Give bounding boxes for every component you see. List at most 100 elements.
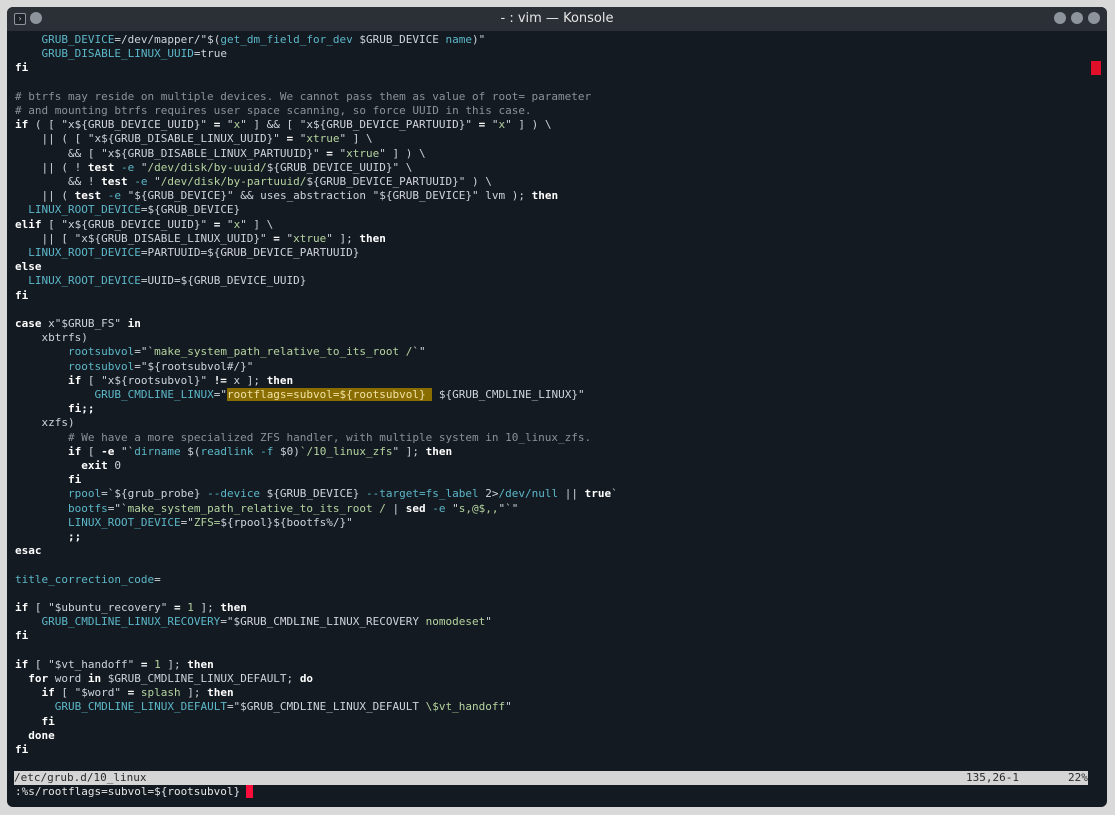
code-token: --target=fs_label — [366, 487, 479, 501]
code-token: GRUB_DEVICE — [41, 33, 115, 46]
code-token: && ! — [67, 175, 102, 188]
code-token: then — [207, 686, 234, 700]
title-bar[interactable]: › - : vim — Konsole — [7, 7, 1107, 31]
status-cursor-position: 135,26-1 — [966, 771, 1019, 784]
code-token: " ] \ — [339, 132, 373, 146]
code-token: -e — [134, 175, 148, 188]
code-line: LINUX_ROOT_DEVICE=UUID=${GRUB_DEVICE_UUI… — [15, 274, 306, 288]
code-token: elif — [15, 217, 42, 231]
code-token: LINUX_ROOT_DEVICE — [28, 203, 141, 217]
vim-command-line[interactable]: :%s/rootflags=subvol=${rootsubvol} — [15, 785, 254, 799]
code-token: exit — [81, 459, 108, 472]
code-line: xzfs) — [15, 416, 75, 430]
code-token: xtrue — [306, 132, 340, 146]
code-line: GRUB_DISABLE_LINUX_UUID=true — [15, 47, 227, 61]
code-token: fi — [15, 629, 29, 643]
code-line: if [ "$vt_handoff" = 1 ]; then — [15, 658, 214, 672]
code-token: "${GRUB_DEVICE}" && uses_abstraction "${… — [121, 189, 532, 203]
code-token: = — [273, 231, 280, 245]
command-text: :%s/rootflags=subvol=${rootsubvol} — [15, 785, 241, 798]
code-line: else — [15, 260, 42, 274]
code-token: make_system_path_relative_to_its_root / — [154, 345, 413, 359]
code-token: \$vt_handoff — [425, 700, 506, 714]
code-token: fi — [67, 473, 82, 487]
code-token: ;; — [67, 530, 82, 543]
code-token: ]; — [160, 657, 188, 671]
code-line: # We have a more specialized ZFS handler… — [15, 431, 591, 445]
code-token: ${GRUB_CMDLINE_LINUX}" — [432, 388, 585, 401]
code-token: -e — [107, 189, 121, 203]
code-token: [ "x${rootsubvol}" — [81, 373, 214, 387]
scrollbar-thumb[interactable] — [1091, 61, 1101, 75]
code-token: = — [326, 146, 333, 160]
code-token: || ( — [41, 189, 75, 203]
code-token: $GRUB_DEVICE — [352, 33, 446, 46]
code-token: ="` — [107, 501, 128, 515]
code-token: LINUX_ROOT_DEVICE — [67, 515, 181, 529]
code-line: || ( ! test -e "/dev/disk/by-uuid/${GRUB… — [15, 160, 413, 175]
code-token: " — [220, 217, 234, 231]
code-line: fi — [15, 629, 28, 643]
code-token: then — [359, 231, 386, 245]
code-token: # btrfs may reside on multiple devices. … — [15, 89, 592, 103]
code-token: ${GRUB_DEVICE_PARTUUID}" ) \ — [306, 175, 492, 188]
code-token: x ]; — [226, 373, 267, 387]
code-token: x"$GRUB_FS" — [41, 317, 128, 330]
code-token: LINUX_ROOT_DEVICE — [28, 274, 141, 288]
code-line: xbtrfs) — [15, 331, 88, 345]
code-token: test — [87, 160, 115, 174]
code-token: # and mounting btrfs requires user space… — [15, 104, 532, 117]
code-token: $0) — [273, 444, 300, 458]
code-token: )" — [472, 33, 486, 46]
code-token: xzfs) — [41, 416, 75, 430]
minimize-icon[interactable] — [1054, 12, 1066, 24]
code-token: LINUX_ROOT_DEVICE — [28, 246, 141, 259]
code-token: $( — [180, 444, 201, 458]
code-token: `" — [412, 345, 426, 359]
code-token: =PARTUUID=${GRUB_DEVICE_PARTUUID} — [140, 246, 360, 259]
code-token: ="${rootsubvol#/}" — [134, 359, 254, 373]
code-token: " ]; — [392, 444, 426, 458]
status-scroll-percent: 22% — [1068, 771, 1088, 784]
code-token: GRUB_DISABLE_LINUX_UUID — [41, 47, 194, 61]
code-line: if [ -e "`dirname $(readlink -f $0)`/10_… — [15, 445, 452, 459]
status-filename: /etc/grub.d/10_linux — [14, 771, 147, 784]
code-line: LINUX_ROOT_DEVICE=PARTUUID=${GRUB_DEVICE… — [15, 246, 359, 260]
code-token: GRUB_CMDLINE_LINUX — [94, 388, 214, 401]
close-icon[interactable] — [1088, 12, 1100, 24]
code-token: ZFS= — [193, 515, 221, 529]
code-token: " ]; — [326, 231, 360, 245]
code-token: s,@$,, — [458, 501, 499, 515]
code-line: esac — [15, 544, 42, 558]
code-token: name — [445, 33, 473, 46]
maximize-icon[interactable] — [1071, 12, 1083, 24]
code-line: || ( [ "x${GRUB_DISABLE_LINUX_UUID}" = "… — [15, 132, 373, 146]
code-line: fi — [15, 715, 55, 729]
code-token: xtrue — [293, 231, 327, 245]
code-line: || [ "x${GRUB_DISABLE_LINUX_UUID}" = "xt… — [15, 232, 386, 246]
code-token: != — [213, 373, 227, 387]
code-line: bootfs="`make_system_path_relative_to_it… — [15, 502, 518, 516]
code-line: && [ "x${GRUB_DISABLE_LINUX_PARTUUID}" =… — [15, 147, 426, 161]
code-line: fi — [15, 289, 28, 303]
code-token: [ — [81, 444, 102, 458]
code-token: xtrue — [346, 146, 380, 160]
code-line: if [ "$ubuntu_recovery" = 1 ]; then — [15, 601, 247, 615]
code-token: " — [134, 160, 148, 174]
code-line: rootsubvol="`make_system_path_relative_t… — [15, 345, 426, 359]
vim-editor-buffer[interactable]: GRUB_DEVICE=/dev/mapper/"$(get_dm_field_… — [15, 33, 1089, 775]
code-token: ${rpool}${bootfs%/}" — [220, 515, 353, 529]
code-line: GRUB_DEVICE=/dev/mapper/"$(get_dm_field_… — [15, 33, 486, 47]
code-token: for — [28, 672, 49, 685]
code-token: fi — [15, 288, 29, 302]
code-token: readlink — [200, 444, 254, 458]
code-line: fi — [15, 61, 28, 75]
code-token: ${GRUB_DEVICE_UUID}" \ — [266, 160, 413, 174]
code-token: ` — [611, 487, 618, 501]
code-token: esac — [15, 544, 42, 558]
code-token: =/dev/mapper/"$( — [114, 33, 221, 46]
code-token: -f — [260, 444, 274, 458]
code-token: -e — [432, 501, 446, 515]
code-token: =${GRUB_DEVICE} — [140, 203, 241, 217]
code-token: if — [41, 686, 55, 700]
